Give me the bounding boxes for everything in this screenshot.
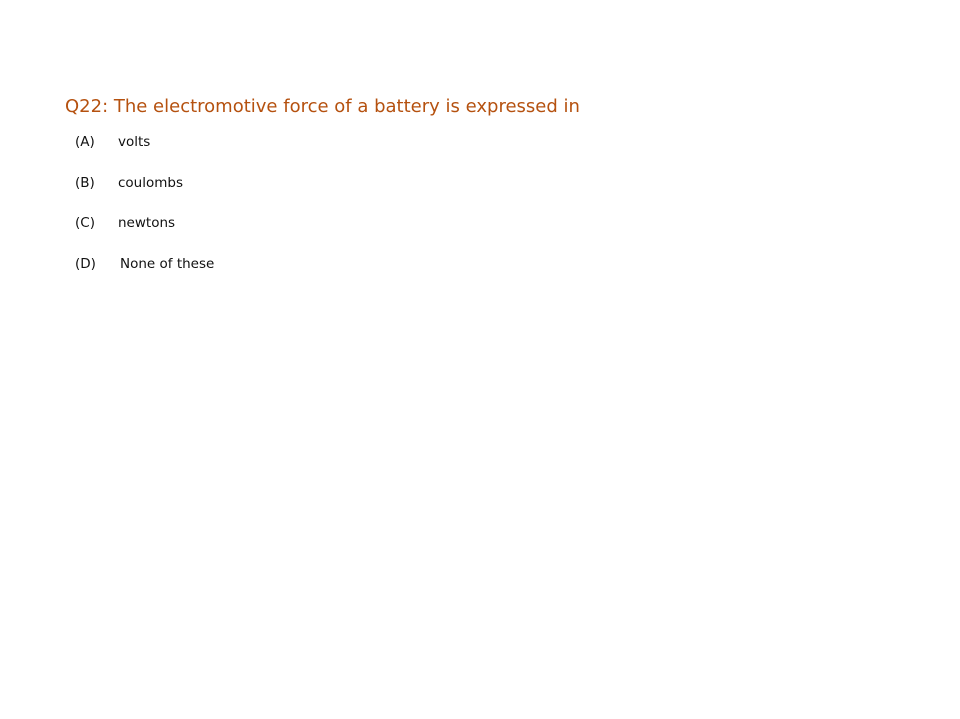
option-letter: (B)	[75, 174, 95, 191]
option-text: newtons	[118, 215, 176, 232]
question-text: Q22: The electromotive force of a batter…	[65, 96, 580, 117]
slide: Q22: The electromotive force of a batter…	[0, 0, 960, 719]
option-letter: (C)	[75, 215, 95, 232]
option-text: coulombs	[118, 174, 184, 191]
option-letter: (D)	[75, 256, 96, 273]
option-text: None of these	[120, 256, 215, 273]
option-text: volts	[118, 134, 151, 150]
option-letter: (A)	[75, 134, 95, 150]
